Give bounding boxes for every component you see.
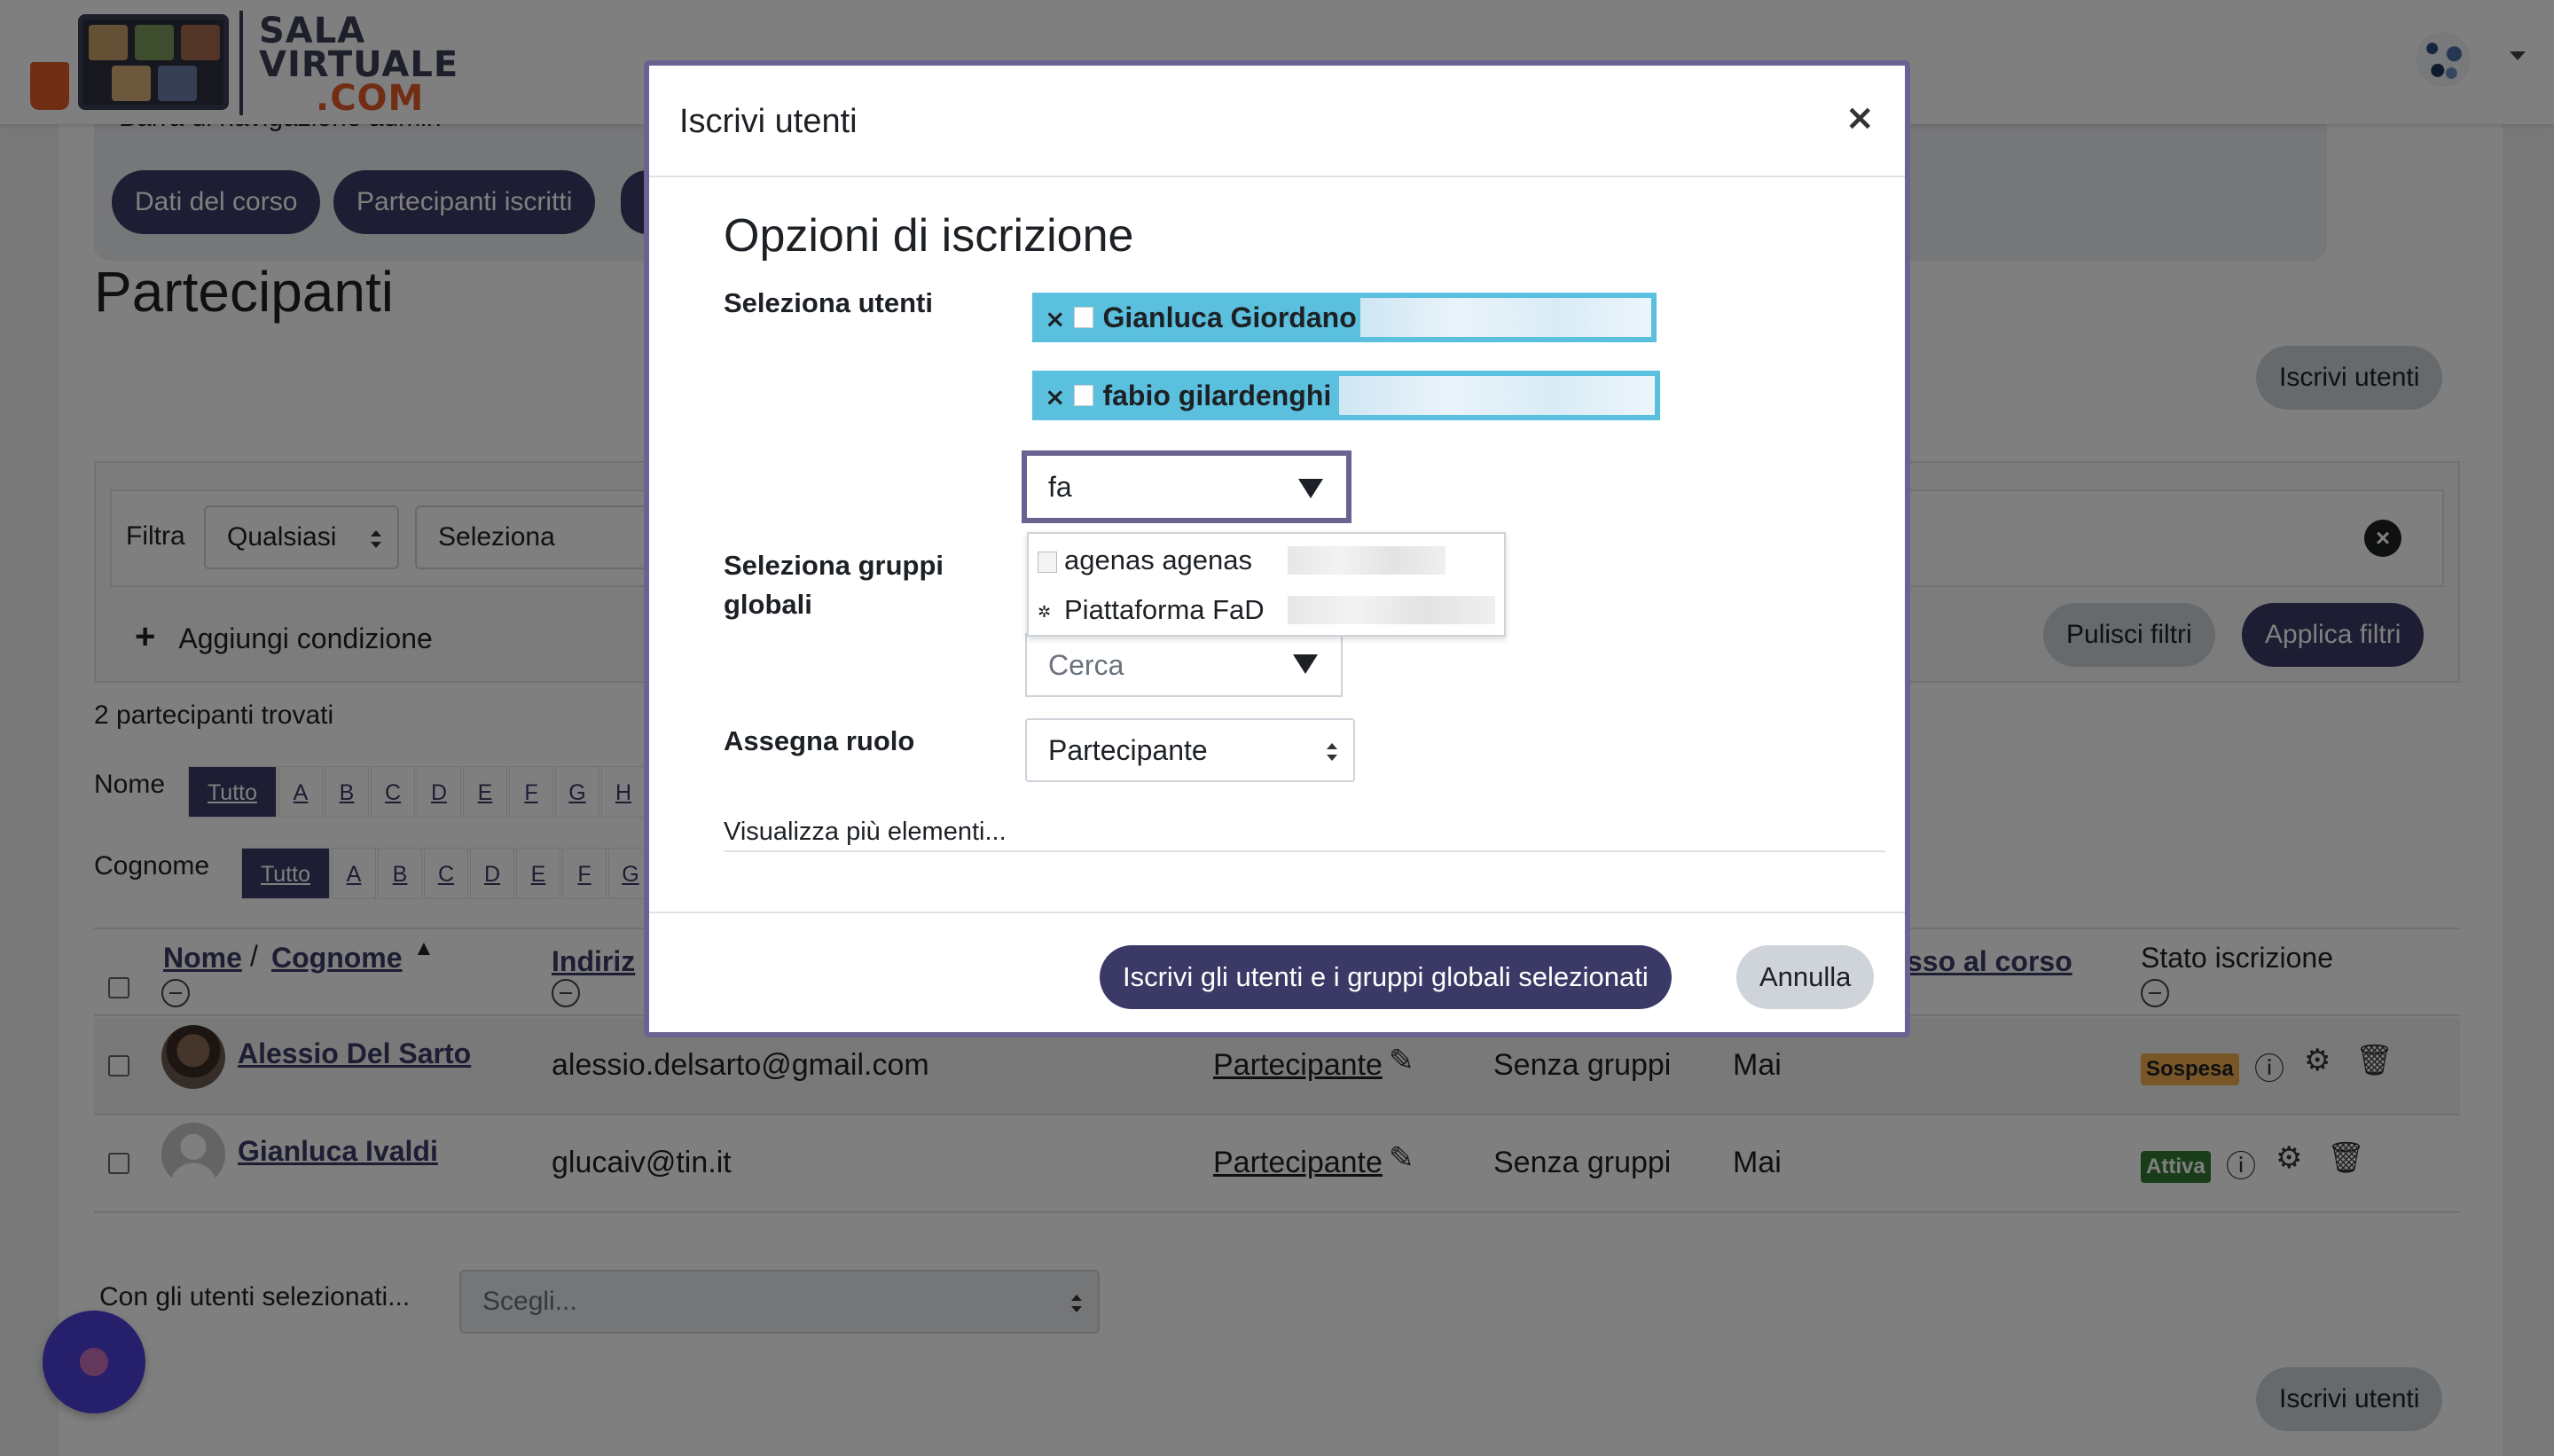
select-users-label: Seleziona utenti: [724, 287, 933, 318]
modal-title: Iscrivi utenti: [679, 103, 858, 140]
modal-header: Iscrivi utenti ×: [649, 66, 1905, 177]
user-search-value: fa: [1048, 471, 1072, 503]
user-suggestions-list: agenas agenas ✲ Piattaforma FaD: [1027, 532, 1506, 637]
role-select-value: Partecipante: [1048, 734, 1208, 766]
enrol-selected-button[interactable]: Iscrivi gli utenti e i gruppi globali se…: [1100, 945, 1672, 1009]
select-groups-label: Seleziona gruppi globali: [724, 550, 944, 620]
selected-user-name: fabio gilardenghi: [1102, 380, 1332, 411]
enrol-users-modal: Iscrivi utenti × Opzioni di iscrizione S…: [644, 60, 1910, 1037]
remove-chip-icon[interactable]: ×: [1045, 304, 1065, 333]
cancel-button[interactable]: Annulla: [1736, 945, 1875, 1009]
suggestion-label: agenas agenas: [1064, 544, 1253, 575]
redacted-email: [1360, 298, 1651, 337]
user-icon: [1074, 384, 1094, 406]
dropdown-arrow-icon[interactable]: [1298, 479, 1323, 498]
remove-chip-icon[interactable]: ×: [1045, 382, 1065, 411]
suggestion-item[interactable]: agenas agenas: [1029, 536, 1504, 585]
redacted-email: [1288, 546, 1445, 575]
section-title: Opzioni di iscrizione: [724, 210, 1134, 262]
selected-user-chip[interactable]: × fabio gilardenghi: [1032, 371, 1660, 420]
group-icon: ✲: [1038, 603, 1052, 621]
suggestion-item[interactable]: ✲ Piattaforma FaD: [1029, 585, 1504, 635]
user-icon: [1074, 306, 1094, 328]
select-arrows-icon: [1327, 743, 1337, 761]
redacted-email: [1288, 596, 1495, 624]
suggestion-label: Piattaforma FaD: [1064, 594, 1265, 625]
user-search-input[interactable]: fa: [1022, 450, 1351, 523]
show-more-link[interactable]: Visualizza più elementi...: [724, 818, 1885, 852]
close-icon[interactable]: ×: [1845, 98, 1875, 138]
dropdown-arrow-icon[interactable]: [1293, 654, 1318, 674]
user-icon: [1038, 552, 1057, 573]
groups-search-placeholder: Cerca: [1048, 649, 1124, 681]
assign-role-label: Assegna ruolo: [724, 725, 915, 756]
role-select[interactable]: Partecipante: [1025, 718, 1355, 782]
redacted-email: [1339, 376, 1655, 415]
selected-user-chip[interactable]: × Gianluca Giordano: [1032, 293, 1657, 342]
selected-user-name: Gianluca Giordano: [1102, 301, 1357, 333]
groups-search-input[interactable]: Cerca: [1025, 633, 1343, 697]
